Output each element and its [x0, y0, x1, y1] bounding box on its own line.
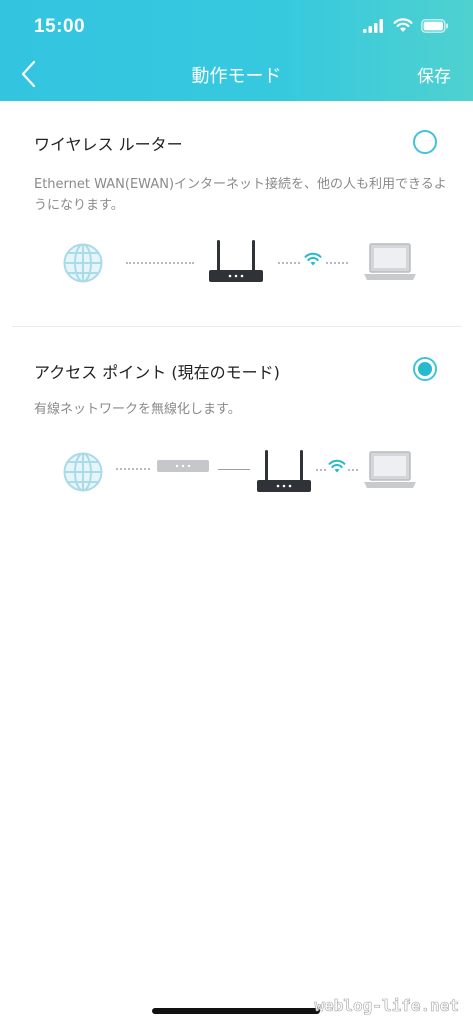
- signal-icon: [363, 18, 383, 33]
- status-time: 15:00: [34, 16, 86, 37]
- globe-icon: [63, 452, 103, 492]
- laptop-icon: [364, 243, 416, 280]
- dotted-connection: [278, 262, 300, 264]
- option-title: ワイヤレス ルーター: [34, 135, 183, 154]
- status-icons: [363, 18, 449, 33]
- home-indicator[interactable]: [152, 1008, 320, 1014]
- wifi-icon: [304, 252, 322, 266]
- mode-option-access-point[interactable]: アクセス ポイント (現在のモード) 有線ネットワークを無線化します。: [0, 328, 473, 528]
- wireless-router-diagram: [0, 236, 473, 296]
- option-description: 有線ネットワークを無線化します。: [34, 402, 241, 417]
- router-icon: [209, 240, 263, 282]
- option-title: アクセス ポイント (現在のモード): [34, 363, 280, 382]
- dotted-connection: [326, 262, 348, 264]
- watermark: weblog-life.net: [314, 996, 459, 1016]
- dotted-connection: [316, 469, 326, 471]
- dotted-connection: [348, 469, 358, 471]
- wired-connection: [218, 469, 250, 470]
- access-point-radio[interactable]: [413, 357, 437, 381]
- dotted-connection: [116, 468, 150, 470]
- access-point-diagram: [0, 445, 473, 505]
- wireless-router-radio[interactable]: [413, 130, 437, 154]
- wifi-icon: [328, 459, 346, 473]
- page-title: 動作モード: [191, 66, 282, 87]
- router-icon: [257, 450, 311, 492]
- mode-option-wireless-router[interactable]: ワイヤレス ルーター Ethernet WAN(EWAN)インターネット接続を、…: [0, 101, 473, 328]
- option-description: Ethernet WAN(EWAN)インターネット接続を、他の人も利用できるよう…: [34, 177, 447, 213]
- laptop-icon: [364, 451, 416, 488]
- save-button[interactable]: 保存: [417, 62, 451, 87]
- app-header: 15:00 動作モード 保存: [0, 0, 473, 101]
- battery-icon: [421, 18, 448, 33]
- option-divider: [12, 326, 461, 327]
- modem-icon: [157, 460, 209, 472]
- wifi-status-icon: [393, 18, 413, 32]
- dotted-connection: [126, 262, 194, 264]
- globe-icon: [63, 243, 103, 283]
